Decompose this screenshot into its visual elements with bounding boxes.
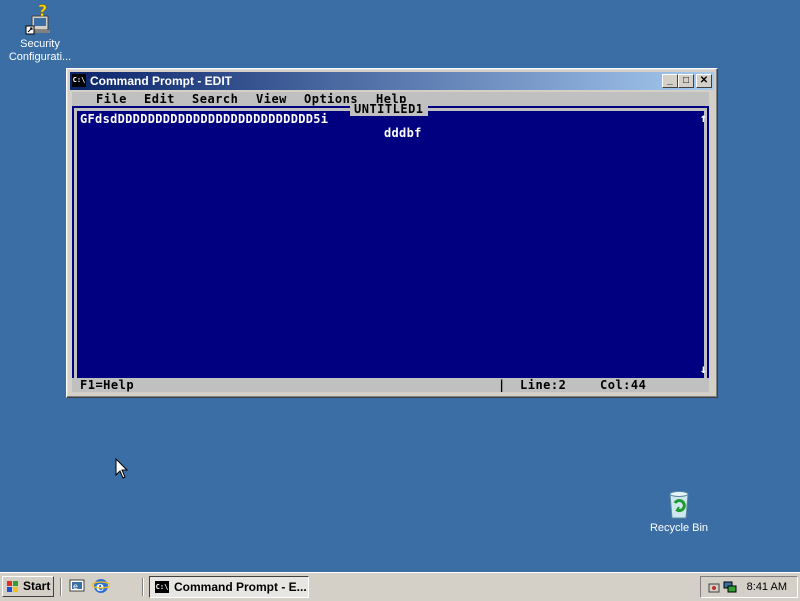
windows-logo-icon (7, 581, 18, 592)
start-label: Start (23, 579, 51, 593)
svg-text:?: ? (38, 4, 47, 20)
tray-security-icon[interactable] (707, 580, 721, 594)
start-button[interactable]: Start (2, 576, 54, 597)
window-title: Command Prompt - EDIT (90, 74, 233, 88)
command-prompt-icon: C:\ (72, 74, 86, 87)
security-configuration-icon: ? (24, 1, 56, 36)
status-separator: | (498, 378, 506, 392)
editor-line-2[interactable]: dddbf (384, 126, 422, 140)
editor-text-area[interactable]: UNTITLED1 GFdsdDDDDDDDDDDDDDDDDDDDDDDDDD… (72, 103, 709, 384)
tray-network-icon[interactable] (723, 580, 737, 594)
scroll-up-arrow-icon[interactable]: ↑ (700, 112, 707, 124)
taskbar-button-label: Command Prompt - E... (174, 580, 307, 594)
menu-file[interactable]: File (96, 92, 127, 106)
svg-text:e: e (73, 582, 78, 591)
show-desktop-icon[interactable]: e (68, 577, 86, 595)
taskbar-divider (142, 578, 144, 596)
taskbar-clock[interactable]: 8:41 AM (747, 577, 787, 597)
desktop-icon-label: Security Configurati... (8, 38, 72, 63)
taskbar: Start e e C:\ Command Prompt - E... 8:41… (0, 572, 800, 601)
status-line: Line:2 (520, 378, 567, 392)
frame-right-border (704, 108, 707, 378)
taskbar-button-command-prompt[interactable]: C:\ Command Prompt - E... (149, 576, 309, 598)
menu-search[interactable]: Search (192, 92, 238, 106)
desktop-icon-recycle-bin[interactable]: Recycle Bin (639, 488, 719, 535)
status-help: F1=Help (80, 378, 135, 392)
close-button[interactable]: ✕ (696, 74, 712, 88)
scroll-down-arrow-icon[interactable]: ↓ (700, 363, 707, 375)
internet-explorer-icon[interactable]: e (92, 577, 110, 595)
system-tray: 8:41 AM (700, 576, 798, 598)
menu-edit[interactable]: Edit (144, 92, 175, 106)
document-title: UNTITLED1 (350, 103, 428, 116)
taskbar-divider (60, 578, 62, 596)
desktop-icon-security-configuration[interactable]: ? Security Configurati... (0, 1, 80, 64)
command-prompt-icon: C:\ (155, 581, 169, 593)
mouse-cursor-icon (115, 457, 129, 480)
console-area[interactable]: File Edit Search View Options Help UNTIT… (72, 92, 709, 392)
frame-left-border (74, 108, 77, 378)
menu-view[interactable]: View (256, 92, 287, 106)
maximize-button[interactable]: □ (678, 74, 694, 88)
editor-line-1[interactable]: GFdsdDDDDDDDDDDDDDDDDDDDDDDDDDD5i (80, 112, 328, 126)
recycle-bin-icon (663, 488, 695, 520)
command-prompt-window[interactable]: C:\ Command Prompt - EDIT _ □ ✕ File Edi… (66, 68, 718, 398)
editor-statusbar: F1=Help | Line:2 Col:44 (72, 378, 709, 392)
status-col: Col:44 (600, 378, 647, 392)
window-titlebar[interactable]: C:\ Command Prompt - EDIT _ □ ✕ (70, 72, 714, 90)
minimize-button[interactable]: _ (662, 74, 678, 88)
desktop-icon-label: Recycle Bin (649, 522, 709, 534)
